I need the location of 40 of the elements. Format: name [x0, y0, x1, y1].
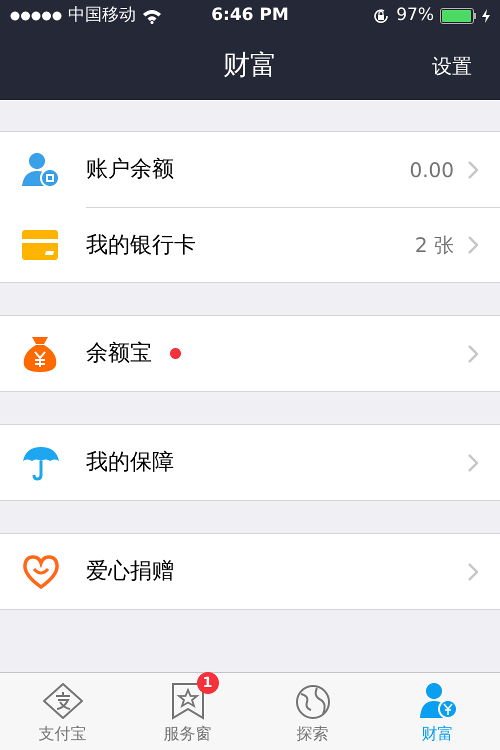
charging-icon: [482, 9, 490, 23]
row-value: 2 张: [414, 232, 454, 259]
row-label: 爱心捐赠: [86, 558, 174, 586]
battery-percent: 97%: [396, 4, 434, 28]
card-icon: [22, 230, 58, 260]
row-label: 我的保障: [86, 449, 174, 477]
globe-icon: [294, 684, 330, 720]
carrier-name: 中国移动: [68, 4, 136, 28]
umbrella-icon: [22, 444, 60, 480]
money-bag-icon: [22, 334, 58, 372]
chevron-icon: [468, 454, 478, 472]
list-row[interactable]: 我的保障: [0, 425, 500, 500]
chevron-icon: [468, 236, 478, 254]
signal-icon: [10, 11, 62, 21]
tab-item[interactable]: 支付宝: [0, 673, 125, 750]
tab-item[interactable]: 1 服务窗: [125, 673, 250, 750]
person-coin-icon: [418, 682, 458, 720]
list-row[interactable]: 账户余额 0.00: [0, 132, 500, 207]
chevron-icon: [468, 562, 478, 580]
rotation-lock-icon: [372, 7, 390, 25]
row-value: 0.00: [409, 156, 454, 184]
settings-button[interactable]: 设置: [432, 51, 472, 81]
star-bookmark-icon: [170, 682, 204, 720]
status-time: 6:46 PM: [211, 4, 289, 28]
tab-item[interactable]: 探索: [250, 673, 375, 750]
notification-badge: 1: [196, 672, 218, 694]
list-row[interactable]: 爱心捐赠: [0, 534, 500, 609]
chevron-icon: [468, 344, 478, 362]
heart-icon: [22, 554, 60, 588]
list-row[interactable]: 我的银行卡 2 张: [0, 207, 500, 282]
row-label: 余额宝: [86, 340, 152, 368]
battery-icon: [440, 8, 476, 24]
page-title: 财富: [223, 48, 277, 83]
wifi-icon: [142, 8, 162, 24]
chevron-icon: [468, 160, 478, 178]
list-row[interactable]: 余额宝: [0, 316, 500, 391]
diamond-logo-icon: [42, 682, 84, 720]
person-icon: [22, 152, 60, 188]
row-label: 账户余额: [86, 156, 174, 184]
row-label: 我的银行卡: [86, 232, 196, 260]
